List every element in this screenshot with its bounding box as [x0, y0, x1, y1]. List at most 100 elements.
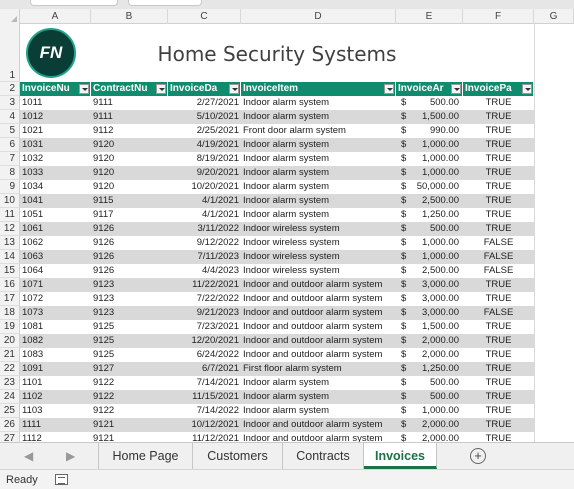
cell-invoice-number[interactable]: 1081 [20, 320, 91, 334]
cell-invoice-paid[interactable]: TRUE [463, 110, 534, 124]
cell-invoice-amount[interactable]: $2,000.00 [396, 334, 463, 348]
column-header-d[interactable]: D [241, 9, 396, 24]
cell-invoice-paid[interactable]: FALSE [463, 250, 534, 264]
table-row[interactable]: 1073 9123 9/21/2023 Indoor and outdoor alar… [20, 306, 534, 320]
cell-invoice-amount[interactable]: $2,000.00 [396, 348, 463, 362]
cell-invoice-paid[interactable]: FALSE [463, 236, 534, 250]
cell-invoice-amount[interactable]: $3,000.00 [396, 278, 463, 292]
cell-invoice-date[interactable]: 8/19/2021 [168, 152, 241, 166]
table-row[interactable]: 1031 9120 4/19/2021 Indoor alarm system $1,0… [20, 138, 534, 152]
cell-invoice-number[interactable]: 1073 [20, 306, 91, 320]
cell-invoice-amount[interactable]: $990.00 [396, 124, 463, 138]
cell-invoice-date[interactable]: 6/7/2021 [168, 362, 241, 376]
cell-invoice-date[interactable]: 9/20/2021 [168, 166, 241, 180]
cell-invoice-item[interactable]: Indoor alarm system [241, 208, 396, 222]
column-header-f[interactable]: F [463, 9, 534, 24]
cell-invoice-item[interactable]: Front door alarm system [241, 124, 396, 138]
cell-invoice-date[interactable]: 10/20/2021 [168, 180, 241, 194]
cell-invoice-paid[interactable]: TRUE [463, 138, 534, 152]
cell-invoice-amount[interactable]: $1,000.00 [396, 404, 463, 418]
cell-invoice-date[interactable]: 7/22/2022 [168, 292, 241, 306]
cell-invoice-paid[interactable]: TRUE [463, 362, 534, 376]
column-header-g[interactable]: G [534, 9, 574, 24]
row-header-26[interactable]: 26 [0, 418, 20, 432]
cell-contract-number[interactable]: 9122 [91, 390, 168, 404]
cell-invoice-amount[interactable]: $500.00 [396, 222, 463, 236]
cell-invoice-item[interactable]: Indoor wireless system [241, 236, 396, 250]
cell-contract-number[interactable]: 9123 [91, 306, 168, 320]
row-header-15[interactable]: 15 [0, 264, 20, 278]
table-row[interactable]: 1062 9126 9/12/2022 Indoor wireless system $… [20, 236, 534, 250]
cell-contract-number[interactable]: 9122 [91, 404, 168, 418]
cell-contract-number[interactable]: 9117 [91, 208, 168, 222]
cell-invoice-item[interactable]: Indoor and outdoor alarm system [241, 348, 396, 362]
cell-invoice-amount[interactable]: $1,000.00 [396, 152, 463, 166]
cell-invoice-number[interactable]: 1021 [20, 124, 91, 138]
cell-invoice-item[interactable]: Indoor wireless system [241, 250, 396, 264]
cell-invoice-amount[interactable]: $50,000.00 [396, 180, 463, 194]
cell-invoice-paid[interactable]: TRUE [463, 194, 534, 208]
cell-invoice-date[interactable]: 3/11/2022 [168, 222, 241, 236]
table-row[interactable]: 1032 9120 8/19/2021 Indoor alarm system $1,0… [20, 152, 534, 166]
row-header-17[interactable]: 17 [0, 292, 20, 306]
table-row[interactable]: 1033 9120 9/20/2021 Indoor alarm system $1,0… [20, 166, 534, 180]
cell-invoice-paid[interactable]: TRUE [463, 152, 534, 166]
cell-contract-number[interactable]: 9115 [91, 194, 168, 208]
cell-contract-number[interactable]: 9120 [91, 180, 168, 194]
row-header-6[interactable]: 6 [0, 138, 20, 152]
sheet-tab-invoices[interactable]: Invoices [364, 443, 437, 469]
cell-invoice-amount[interactable]: $3,000.00 [396, 306, 463, 320]
cell-invoice-amount[interactable]: $2,500.00 [396, 264, 463, 278]
cell-invoice-paid[interactable]: TRUE [463, 320, 534, 334]
column-header-a[interactable]: A [20, 9, 91, 24]
row-header-3[interactable]: 3 [0, 96, 20, 110]
cell-invoice-paid[interactable]: TRUE [463, 180, 534, 194]
table-row[interactable]: 1101 9122 7/14/2021 Indoor alarm system $500… [20, 376, 534, 390]
cell-contract-number[interactable]: 9125 [91, 320, 168, 334]
cell-invoice-number[interactable]: 1064 [20, 264, 91, 278]
cell-invoice-item[interactable]: Indoor and outdoor alarm system [241, 418, 396, 432]
cell-contract-number[interactable]: 9125 [91, 334, 168, 348]
cell-invoice-date[interactable]: 2/25/2021 [168, 124, 241, 138]
table-row[interactable]: 1034 9120 10/20/2021 Indoor alarm system $50… [20, 180, 534, 194]
table-row[interactable]: 1103 9122 7/14/2022 Indoor alarm system $1,0… [20, 404, 534, 418]
cell-contract-number[interactable]: 9126 [91, 222, 168, 236]
cell-invoice-paid[interactable]: TRUE [463, 376, 534, 390]
cell-contract-number[interactable]: 9126 [91, 236, 168, 250]
cell-invoice-amount[interactable]: $1,500.00 [396, 110, 463, 124]
table-row[interactable]: 1071 9123 11/22/2021 Indoor and outdoor ala… [20, 278, 534, 292]
cell-invoice-paid[interactable]: FALSE [463, 306, 534, 320]
cell-invoice-date[interactable]: 11/12/2021 [168, 432, 241, 442]
row-header-5[interactable]: 5 [0, 124, 20, 138]
row-header-23[interactable]: 23 [0, 376, 20, 390]
cell-invoice-number[interactable]: 1031 [20, 138, 91, 152]
cell-invoice-number[interactable]: 1062 [20, 236, 91, 250]
table-row[interactable]: 1061 9126 3/11/2022 Indoor wireless system $… [20, 222, 534, 236]
filter-dropdown-icon[interactable] [451, 84, 461, 94]
cell-invoice-item[interactable]: Indoor and outdoor alarm system [241, 278, 396, 292]
table-row[interactable]: 1082 9125 12/20/2021 Indoor and outdoor ala… [20, 334, 534, 348]
table-row[interactable]: 1081 9125 7/23/2021 Indoor and outdoor alar… [20, 320, 534, 334]
table-row[interactable]: 1102 9122 11/15/2021 Indoor alarm system $50… [20, 390, 534, 404]
row-header-2[interactable]: 2 [0, 82, 20, 96]
table-row[interactable]: 1011 9111 2/27/2021 Indoor alarm system $500… [20, 96, 534, 110]
cell-contract-number[interactable]: 9122 [91, 376, 168, 390]
cell-invoice-date[interactable]: 4/1/2021 [168, 208, 241, 222]
cell-invoice-amount[interactable]: $2,000.00 [396, 418, 463, 432]
cell-invoice-number[interactable]: 1091 [20, 362, 91, 376]
empty-column-g[interactable] [534, 24, 574, 442]
cell-invoice-date[interactable]: 5/10/2021 [168, 110, 241, 124]
cell-invoice-date[interactable]: 4/19/2021 [168, 138, 241, 152]
column-header-c[interactable]: C [168, 9, 241, 24]
cell-invoice-paid[interactable]: TRUE [463, 208, 534, 222]
row-header-20[interactable]: 20 [0, 334, 20, 348]
cell-invoice-item[interactable]: First floor alarm system [241, 362, 396, 376]
cell-contract-number[interactable]: 9112 [91, 124, 168, 138]
row-header-8[interactable]: 8 [0, 166, 20, 180]
ribbon-tab-stub[interactable] [128, 0, 202, 6]
cell-invoice-date[interactable]: 10/12/2021 [168, 418, 241, 432]
row-header-10[interactable]: 10 [0, 194, 20, 208]
cell-invoice-item[interactable]: Indoor wireless system [241, 264, 396, 278]
cell-invoice-paid[interactable]: TRUE [463, 390, 534, 404]
cell-contract-number[interactable]: 9111 [91, 110, 168, 124]
